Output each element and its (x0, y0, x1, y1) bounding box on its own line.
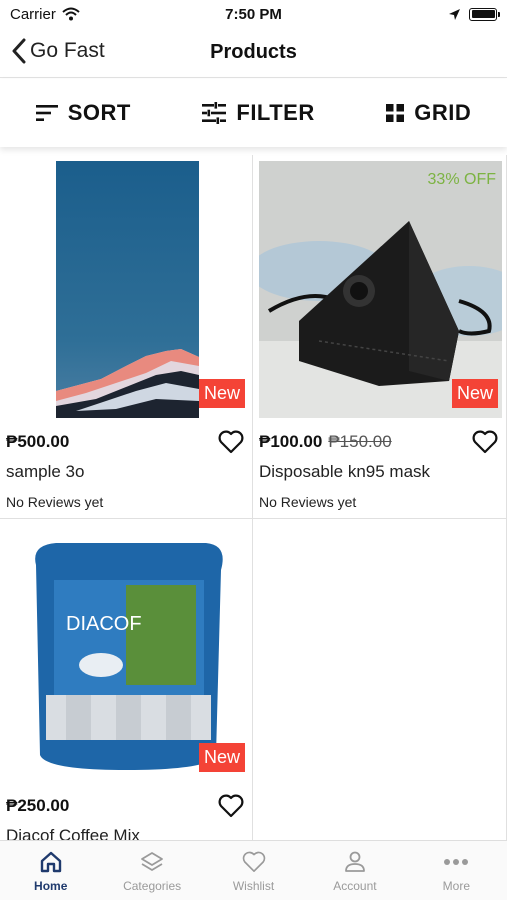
product-image: DIACOF New (6, 525, 249, 782)
heart-outline-icon[interactable] (218, 794, 244, 818)
product-price: ₱100.00 (259, 432, 323, 451)
product-price: ₱500.00 (6, 432, 70, 451)
pouch-brand-text: DIACOF (66, 613, 142, 635)
account-icon (345, 851, 365, 872)
discount-label: 33% OFF (427, 171, 496, 188)
sort-button[interactable]: SORT (35, 100, 131, 126)
tab-more[interactable]: More (406, 841, 507, 900)
product-name: sample 3o (6, 462, 85, 481)
product-name: Disposable kn95 mask (259, 462, 431, 481)
grid-icon (386, 104, 405, 122)
status-bar: Carrier 7:50 PM (0, 0, 507, 28)
filter-icon (202, 102, 227, 124)
tab-wishlist-label: Wishlist (232, 879, 275, 893)
carrier-label: Carrier (10, 5, 56, 23)
tab-wishlist[interactable]: Wishlist (203, 841, 304, 900)
battery-icon (469, 7, 500, 21)
product-image: 33% OFF New (259, 161, 502, 418)
product-reviews: No Reviews yet (6, 494, 104, 510)
product-card[interactable]: 33% OFF New ₱100.00 ₱150.00 Disposable k… (253, 155, 507, 519)
wifi-icon (62, 7, 80, 21)
product-price: ₱250.00 (6, 796, 70, 815)
back-button-label: Go Fast (30, 39, 105, 62)
navigation-bar: Go Fast Products (0, 28, 507, 78)
chevron-left-icon (12, 38, 26, 64)
grid-label: GRID (414, 100, 472, 125)
product-grid: New ₱500.00 sample 3o No Reviews yet 33%… (0, 155, 507, 840)
tab-home[interactable]: Home (0, 841, 101, 900)
product-image: New (6, 161, 249, 418)
tab-categories-label: Categories (123, 879, 182, 893)
more-icon (444, 859, 469, 865)
product-card[interactable]: DIACOF New ₱250.00 Diacof Coffee Mix (0, 519, 253, 840)
bottom-tab-bar: Home Categories Wishlist Account More (0, 840, 507, 900)
tab-account-label: Account (333, 879, 377, 893)
tab-categories[interactable]: Categories (101, 841, 202, 900)
home-icon (40, 851, 61, 873)
grid-button[interactable]: GRID (386, 100, 471, 126)
product-old-price: ₱150.00 (328, 432, 392, 451)
sort-label: SORT (67, 100, 131, 125)
empty-grid-cell (253, 519, 507, 840)
location-arrow-icon (449, 8, 460, 20)
tab-account[interactable]: Account (304, 841, 405, 900)
tab-home-label: Home (34, 879, 68, 893)
heart-outline-icon[interactable] (218, 430, 244, 454)
layers-icon (141, 852, 164, 871)
product-reviews: No Reviews yet (259, 494, 357, 510)
new-badge: New (198, 379, 245, 408)
filter-label: FILTER (236, 100, 315, 125)
filter-button[interactable]: FILTER (202, 100, 314, 126)
heart-icon (242, 851, 265, 872)
heart-outline-icon[interactable] (472, 430, 498, 454)
new-badge: New (198, 743, 245, 772)
sort-icon (35, 105, 58, 121)
new-badge: New (451, 379, 498, 408)
back-button[interactable]: Go Fast (12, 38, 105, 64)
product-name: Diacof Coffee Mix (6, 826, 140, 840)
tab-more-label: More (442, 879, 470, 893)
product-card[interactable]: New ₱500.00 sample 3o No Reviews yet (0, 155, 253, 519)
sort-filter-toolbar: SORT FILTER GRID (0, 79, 507, 147)
